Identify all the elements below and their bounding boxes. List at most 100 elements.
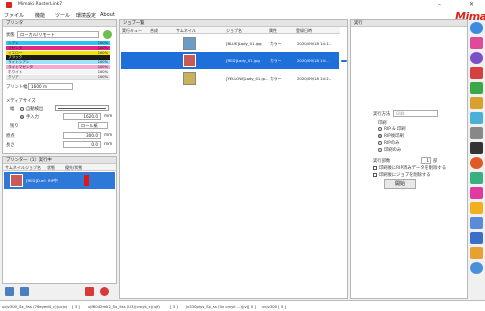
option-label: 印刷のみ [384, 148, 402, 153]
queue-row[interactable]: [RED]D.eli RIP中 [4, 172, 115, 189]
image-edit-icon[interactable] [470, 37, 483, 49]
job-row[interactable]: [BLUE]Lady_01.jpg カラー 2020/09/18 14:1.. [121, 35, 339, 52]
printer-info-button[interactable] [20, 287, 29, 296]
print-status-icon[interactable] [470, 232, 483, 244]
ink-name: ライトマゼンタ [8, 64, 34, 69]
status-printer-2[interactable]: ujf6042mk2_Sx_5ss (U3)(cmyk_c)(ujf) [88, 304, 160, 309]
ink-name: ライトシアン [8, 60, 30, 65]
start-button[interactable]: 開始 [384, 179, 416, 189]
feed-input[interactable]: 0.0 [63, 141, 101, 148]
method-combo[interactable]: 印刷 [393, 110, 438, 117]
remainder-combo[interactable]: ロール紙 [78, 122, 108, 129]
radio-icon [378, 147, 382, 152]
job-name: [RED]Lady_01.jpg [226, 58, 260, 63]
delete-job-checkbox[interactable]: 印刷後にジョブを削除する [373, 172, 431, 178]
minimize-icon[interactable]: – [438, 1, 441, 8]
splitter-handle[interactable] [341, 60, 347, 62]
unit-label: mm [104, 142, 113, 147]
status-printer-3[interactable]: jv330plus_Sx_ss (5x cmyk ...)(jv) [186, 304, 248, 309]
layout-icon[interactable] [470, 67, 483, 79]
origin-input[interactable]: 300.0 [63, 132, 101, 139]
help-icon[interactable] [470, 262, 483, 274]
col-job-name: ジョブ名 [226, 28, 242, 33]
cancel-job-button[interactable] [85, 287, 94, 296]
job-attr: カラー [270, 58, 282, 63]
tile-icon[interactable] [470, 97, 483, 109]
close-icon[interactable]: ✕ [469, 1, 474, 8]
window-title: Mimaki RasterLink7 [18, 2, 63, 7]
cut-icon[interactable] [470, 142, 483, 154]
menu-preferences[interactable]: 環境設定 [76, 12, 96, 19]
status-count-2: [ 3 ] [170, 304, 178, 309]
delete-icon[interactable] [470, 157, 483, 169]
export-icon[interactable] [470, 217, 483, 229]
col-merge: 合成 [150, 28, 158, 33]
menu-function[interactable]: 機能 [35, 12, 45, 19]
col-thumbnail: サムネイル [5, 165, 25, 170]
composite-icon[interactable] [470, 82, 483, 94]
job-thumbnail [183, 37, 196, 50]
width-radio-label: 幅 [10, 107, 15, 112]
option-label: RIPのみ [384, 141, 400, 146]
auto-detect-label: 自動検出 [26, 107, 44, 112]
search-icon[interactable] [470, 52, 483, 64]
queue-job-state: RIP中 [48, 178, 58, 183]
title-bar: Mimaki RasterLink7 – ✕ [0, 0, 485, 10]
option-rip-print[interactable]: RIP & 印刷 [378, 126, 406, 132]
col-job-name: ジョブ名 [25, 165, 41, 170]
star-icon[interactable] [470, 202, 483, 214]
col-queue: 実行キュー [122, 28, 142, 33]
status-combo[interactable]: ローカル/リモート [17, 31, 99, 38]
job-thumbnail [183, 72, 196, 85]
job-row[interactable]: [YELLOW]Lady_01.jp... カラー 2020/09/18 14:… [121, 70, 339, 87]
ink-name: イエロー [8, 50, 23, 55]
width-ruler [55, 105, 109, 111]
radio-selected-icon [378, 133, 382, 138]
option-rip-only[interactable]: RIPのみ [378, 140, 399, 146]
swap-icon[interactable] [470, 172, 483, 184]
origin-label: 原点 [6, 134, 15, 139]
exec-panel-header: 実行 [351, 20, 467, 27]
job-row-selected[interactable]: [RED]Lady_01.jpg カラー 2020/09/18 14:.. [121, 52, 339, 69]
manual-radio[interactable]: 手入力 [20, 114, 39, 120]
feed-label: 長さ [6, 143, 15, 148]
info-icon[interactable] [470, 22, 483, 34]
printer-status-icon[interactable] [103, 30, 112, 39]
job-name: [BLUE]Lady_01.jpg [226, 41, 262, 46]
option-print-only[interactable]: 印刷のみ [378, 147, 401, 153]
ink-name: シアン [8, 41, 19, 45]
duplicate-icon[interactable] [470, 187, 483, 199]
col-state: 状態 [47, 165, 55, 170]
status-printer-1[interactable]: ucjv300_Sx_5ss (76eyed4_c)(ucjv) [2, 304, 67, 309]
app-icon [6, 2, 12, 8]
manual-width-input[interactable]: 1620.0 [63, 113, 101, 120]
auto-detect-radio[interactable]: 自動検出 [20, 106, 43, 112]
color-icon[interactable] [470, 112, 483, 124]
radio-icon [378, 140, 382, 145]
copies-input[interactable]: 1 [421, 157, 431, 164]
folder-icon[interactable] [470, 247, 483, 259]
print-icon[interactable] [470, 127, 483, 139]
job-attr: カラー [270, 76, 282, 81]
menu-file[interactable]: ファイル [4, 12, 24, 19]
stop-icon[interactable] [100, 287, 109, 296]
status-count-1: [ 3 ] [72, 304, 80, 309]
status-label: 状態 [6, 33, 15, 38]
status-printer-4[interactable]: ucjv300 [ 5 ] [262, 304, 286, 309]
printer-panel: プリンタ 状態 ローカル/リモート シアン 100% マゼンタ 100% イエロ… [2, 19, 117, 154]
checkbox-icon [373, 165, 377, 170]
delete-rip-data-checkbox[interactable]: 印刷後にRIP済みデータを削除する [373, 165, 446, 171]
printer-settings-button[interactable] [5, 287, 14, 296]
menu-about[interactable]: About [100, 12, 115, 18]
menu-tool[interactable]: ツール [55, 12, 70, 19]
ink-fill [6, 74, 110, 79]
col-thumbnail: サムネイル [176, 28, 196, 33]
option-print-after-rip[interactable]: RIP後印刷 [378, 133, 404, 139]
job-list-panel: ジョブ一覧 実行キュー 合成 サムネイル ジョブ名 属性 登録日時 [BLUE]… [119, 19, 348, 299]
copies-label: 実行部数 [373, 159, 391, 164]
menu-bar: ファイル 機能 ツール 環境設定 About [0, 10, 485, 19]
exec-panel: 実行 実行方法 印刷 印刷 RIP & 印刷 RIP後印刷 RIPのみ 印刷のみ… [350, 19, 468, 299]
app-window: Mimaki RasterLink7 – ✕ ファイル 機能 ツール 環境設定 … [0, 0, 485, 311]
printer-panel-header: プリンタ [3, 20, 116, 27]
print-width-label: プリント幅 [6, 85, 28, 90]
